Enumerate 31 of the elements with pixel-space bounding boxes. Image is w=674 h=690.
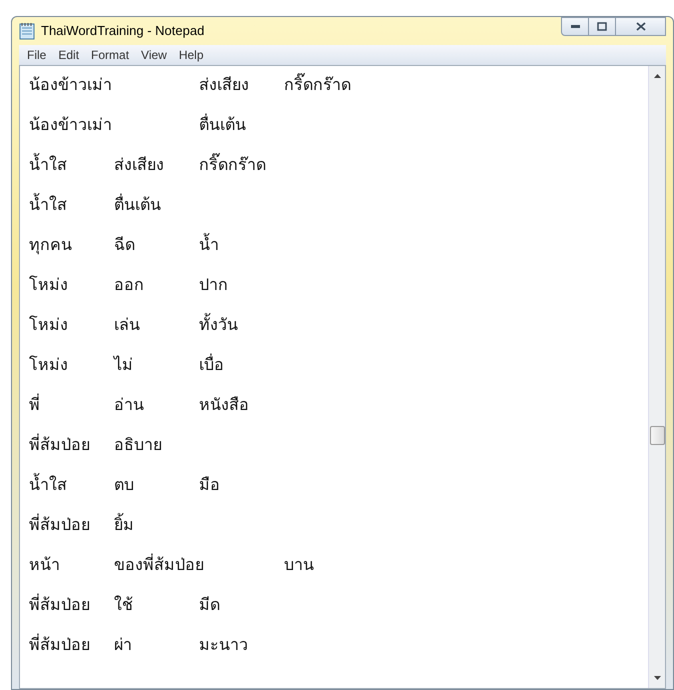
text-line: น้ำใส ส่งเสียง กริ๊ดกร๊าด (29, 154, 266, 194)
scroll-thumb[interactable] (650, 426, 664, 445)
text-line: น้ำใส ตื่นเต้น (29, 194, 161, 234)
minimize-icon (570, 25, 580, 28)
notepad-icon (19, 22, 35, 40)
text-line: โหม่ง ไม่ เบื่อ (29, 354, 224, 394)
window-title: ThaiWordTraining - Notepad (41, 22, 204, 40)
text-line: น้ำใส ตบ มือ (29, 474, 220, 514)
text-line: น้องข้าวเม่า ตื่นเต้น (29, 114, 246, 154)
text-line: พี่ส้มป่อย ใช้ มีด (29, 594, 220, 634)
close-icon (636, 22, 646, 31)
menu-item[interactable]: View (135, 46, 173, 64)
menu-item[interactable]: File (21, 46, 52, 64)
text-line: ทุกคน ฉีด น้ำ (29, 234, 219, 274)
scroll-up-icon (654, 74, 660, 78)
text-line: โหม่ง เล่น ทั้งวัน (29, 314, 238, 354)
minimize-button[interactable] (561, 17, 589, 36)
close-button[interactable] (616, 17, 666, 36)
menu-item[interactable]: Format (85, 46, 136, 64)
text-line: น้องข้าวเม่า ส่งเสียง กริ๊ดกร๊าด (29, 74, 351, 114)
maximize-button[interactable] (589, 17, 616, 36)
menu-item[interactable]: Help (172, 46, 210, 64)
maximize-icon (597, 22, 607, 31)
scroll-down-icon (654, 676, 660, 680)
text-line: พี่ส้มป่อย ยิ้ม (29, 514, 134, 554)
text-line: โหม่ง ออก ปาก (29, 274, 228, 296)
text-line: พี่ อ่าน หนังสือ (29, 394, 249, 434)
menu-item[interactable]: Edit (52, 46, 86, 64)
text-line: หน้า ของพี่ส้มป่อย บาน (29, 554, 314, 594)
text-line: พี่ส้มป่อย อธิบาย (29, 434, 162, 474)
text-line: พี่ส้มป่อย ผ่า มะนาว (29, 634, 248, 674)
